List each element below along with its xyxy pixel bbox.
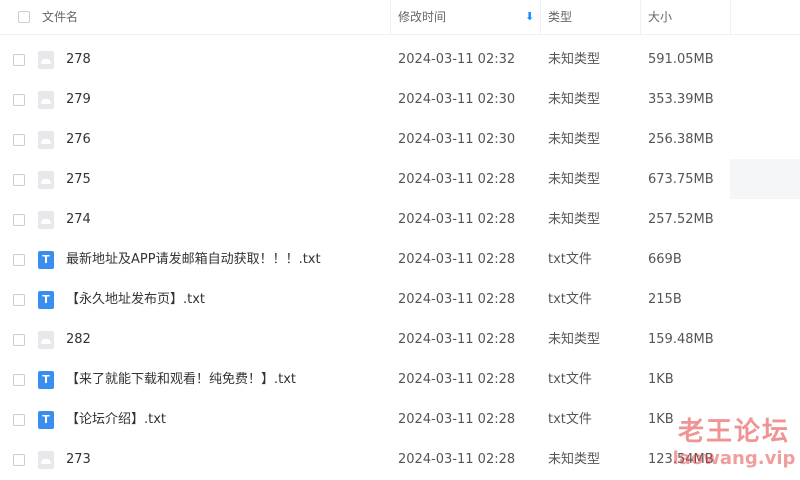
file-modified: 2024-03-11 02:28 [398,412,516,427]
file-type: 未知类型 [548,332,601,347]
row-checkbox[interactable] [13,174,25,186]
file-name[interactable]: 274 [66,200,91,240]
file-size: 215B [648,292,682,307]
file-name[interactable]: 【永久地址发布页】.txt [66,280,205,320]
column-header-size[interactable]: 大小 [648,0,672,34]
site-watermark: 老王论坛 laowang.vip [668,415,800,477]
file-row[interactable]: 279 2024-03-11 02:30 未知类型 353.39MB [0,80,800,120]
file-size: 159.48MB [648,332,714,347]
file-size: 353.39MB [648,92,714,107]
arrow-down-icon[interactable]: ⬇ [525,0,534,34]
file-row[interactable]: 274 2024-03-11 02:28 未知类型 257.52MB [0,200,800,240]
file-modified: 2024-03-11 02:28 [398,292,516,307]
row-checkbox[interactable] [13,214,25,226]
row-checkbox[interactable] [13,454,25,466]
unknown-file-icon [38,91,54,109]
file-modified: 2024-03-11 02:28 [398,452,516,467]
txt-file-icon: T [38,251,54,269]
file-type: 未知类型 [548,212,601,227]
row-checkbox[interactable] [13,54,25,66]
column-divider [540,0,541,34]
file-size: 257.52MB [648,212,714,227]
file-name[interactable]: 276 [66,120,91,160]
txt-file-icon: T [38,371,54,389]
row-checkbox[interactable] [13,134,25,146]
file-size: 1KB [648,372,674,387]
file-name[interactable]: 【论坛介绍】.txt [66,400,166,440]
row-checkbox[interactable] [13,94,25,106]
file-modified: 2024-03-11 02:30 [398,132,516,147]
file-modified: 2024-03-11 02:32 [398,52,516,67]
file-row[interactable]: 282 2024-03-11 02:28 未知类型 159.48MB [0,320,800,360]
unknown-file-icon [38,131,54,149]
file-type: txt文件 [548,372,592,387]
txt-file-icon: T [38,291,54,309]
file-row[interactable]: T 最新地址及APP请发邮箱自动获取！！！.txt 2024-03-11 02:… [0,240,800,280]
file-row[interactable]: 278 2024-03-11 02:32 未知类型 591.05MB [0,40,800,80]
file-name[interactable]: 【来了就能下载和观看！纯免费！】.txt [66,360,296,400]
column-header-name[interactable]: 文件名 [42,0,78,34]
file-type: 未知类型 [548,52,601,67]
file-row[interactable]: 276 2024-03-11 02:30 未知类型 256.38MB [0,120,800,160]
column-divider [640,0,641,34]
txt-file-icon: T [38,411,54,429]
row-checkbox[interactable] [13,334,25,346]
file-modified: 2024-03-11 02:28 [398,212,516,227]
unknown-file-icon [38,171,54,189]
file-name[interactable]: 278 [66,40,91,80]
file-type: 未知类型 [548,132,601,147]
file-size: 591.05MB [648,52,714,67]
file-type: 未知类型 [548,452,601,467]
file-name[interactable]: 275 [66,160,91,200]
file-type: 未知类型 [548,172,601,187]
file-size: 669B [648,252,682,267]
file-size: 256.38MB [648,132,714,147]
unknown-file-icon [38,451,54,469]
file-name[interactable]: 279 [66,80,91,120]
file-type: txt文件 [548,412,592,427]
file-row[interactable]: T 【来了就能下载和观看！纯免费！】.txt 2024-03-11 02:28 … [0,360,800,400]
file-name[interactable]: 最新地址及APP请发邮箱自动获取！！！.txt [66,240,321,280]
unknown-file-icon [38,51,54,69]
column-header-type[interactable]: 类型 [548,0,572,34]
column-divider [730,0,731,34]
unknown-file-icon [38,331,54,349]
watermark-title: 老王论坛 [677,417,790,447]
row-checkbox[interactable] [13,414,25,426]
file-type: 未知类型 [548,92,601,107]
unknown-file-icon [38,211,54,229]
file-list-header: 文件名 修改时间 ⬇ 类型 大小 [0,0,800,35]
column-divider [390,0,391,34]
row-checkbox[interactable] [13,254,25,266]
file-type: txt文件 [548,252,592,267]
file-row[interactable]: T 【永久地址发布页】.txt 2024-03-11 02:28 txt文件 2… [0,280,800,320]
select-all-checkbox[interactable] [18,11,30,23]
file-name[interactable]: 282 [66,320,91,360]
file-modified: 2024-03-11 02:28 [398,172,516,187]
watermark-url: laowang.vip [672,448,796,469]
column-header-modified[interactable]: 修改时间 [398,0,446,34]
file-modified: 2024-03-11 02:28 [398,372,516,387]
row-checkbox[interactable] [13,294,25,306]
file-modified: 2024-03-11 02:30 [398,92,516,107]
file-type: txt文件 [548,292,592,307]
file-size: 673.75MB [648,172,714,187]
file-modified: 2024-03-11 02:28 [398,332,516,347]
row-checkbox[interactable] [13,374,25,386]
file-name[interactable]: 273 [66,440,91,480]
file-row[interactable]: 275 2024-03-11 02:28 未知类型 673.75MB [0,160,800,200]
file-modified: 2024-03-11 02:28 [398,252,516,267]
